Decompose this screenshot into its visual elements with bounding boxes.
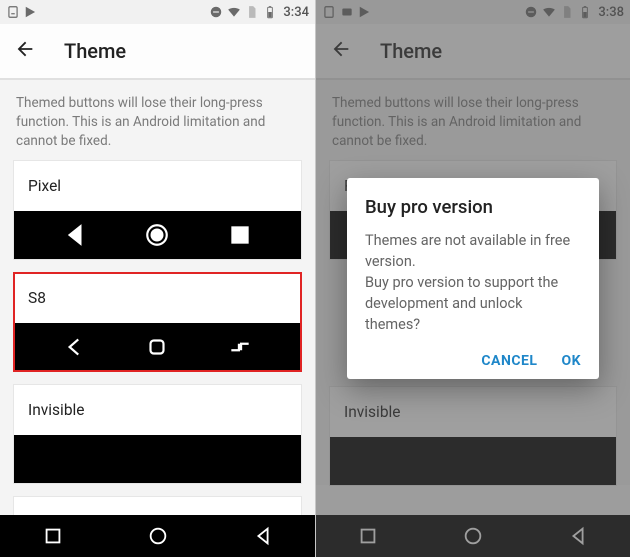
back-button[interactable] [14,38,36,64]
page-title: Theme [64,39,126,63]
wifi-icon [227,5,241,19]
theme-list: Themed buttons will lose their long-pres… [0,80,315,547]
theme-preview-s8 [14,323,301,371]
screenshot-left: 3:34 Theme Themed buttons will lose thei… [0,0,316,557]
theme-preview-invisible [14,435,301,483]
theme-label: Invisible [14,385,301,435]
system-back-button[interactable] [252,525,274,547]
nav-home-icon [144,334,170,360]
battery-icon [263,5,277,19]
theme-label: Pixel [14,161,301,211]
dialog-message-line1: Themes are not available in free version… [365,232,570,270]
play-store-icon [24,5,38,19]
theme-card-pixel[interactable]: Pixel [14,161,301,259]
nav-back-icon [62,222,88,248]
status-icons-right: 3:34 [209,5,309,20]
dnd-icon [209,5,223,19]
nav-home-icon [144,222,170,248]
app-toolbar: Theme [0,24,315,78]
system-recents-button[interactable] [42,525,64,547]
status-icons-left [6,5,38,19]
nav-recents-icon [227,222,253,248]
system-nav-bar [0,515,315,557]
notification-icon [6,5,20,19]
no-sim-icon [245,5,259,19]
status-bar: 3:34 [0,0,315,24]
buy-pro-dialog: Buy pro version Themes are not available… [347,178,599,379]
nav-recents-icon [227,334,253,360]
cancel-button[interactable]: CANCEL [481,353,537,369]
theme-card-s8[interactable]: S8 [14,273,301,371]
theme-preview-pixel [14,211,301,259]
dialog-message-line2: Buy pro version to support the developme… [365,274,558,333]
dialog-title: Buy pro version [365,196,581,218]
theme-card-invisible[interactable]: Invisible [14,385,301,483]
dialog-message: Themes are not available in free version… [365,230,581,335]
system-home-button[interactable] [147,525,169,547]
screenshot-right: 3:38 Theme Themed buttons will lose thei… [316,0,630,557]
dialog-scrim[interactable]: Buy pro version Themes are not available… [316,0,630,557]
status-clock: 3:34 [283,5,309,20]
theme-label: S8 [14,273,301,323]
hint-text: Themed buttons will lose their long-pres… [14,90,301,161]
nav-back-icon [62,334,88,360]
dialog-actions: CANCEL OK [365,349,581,373]
ok-button[interactable]: OK [561,353,581,369]
